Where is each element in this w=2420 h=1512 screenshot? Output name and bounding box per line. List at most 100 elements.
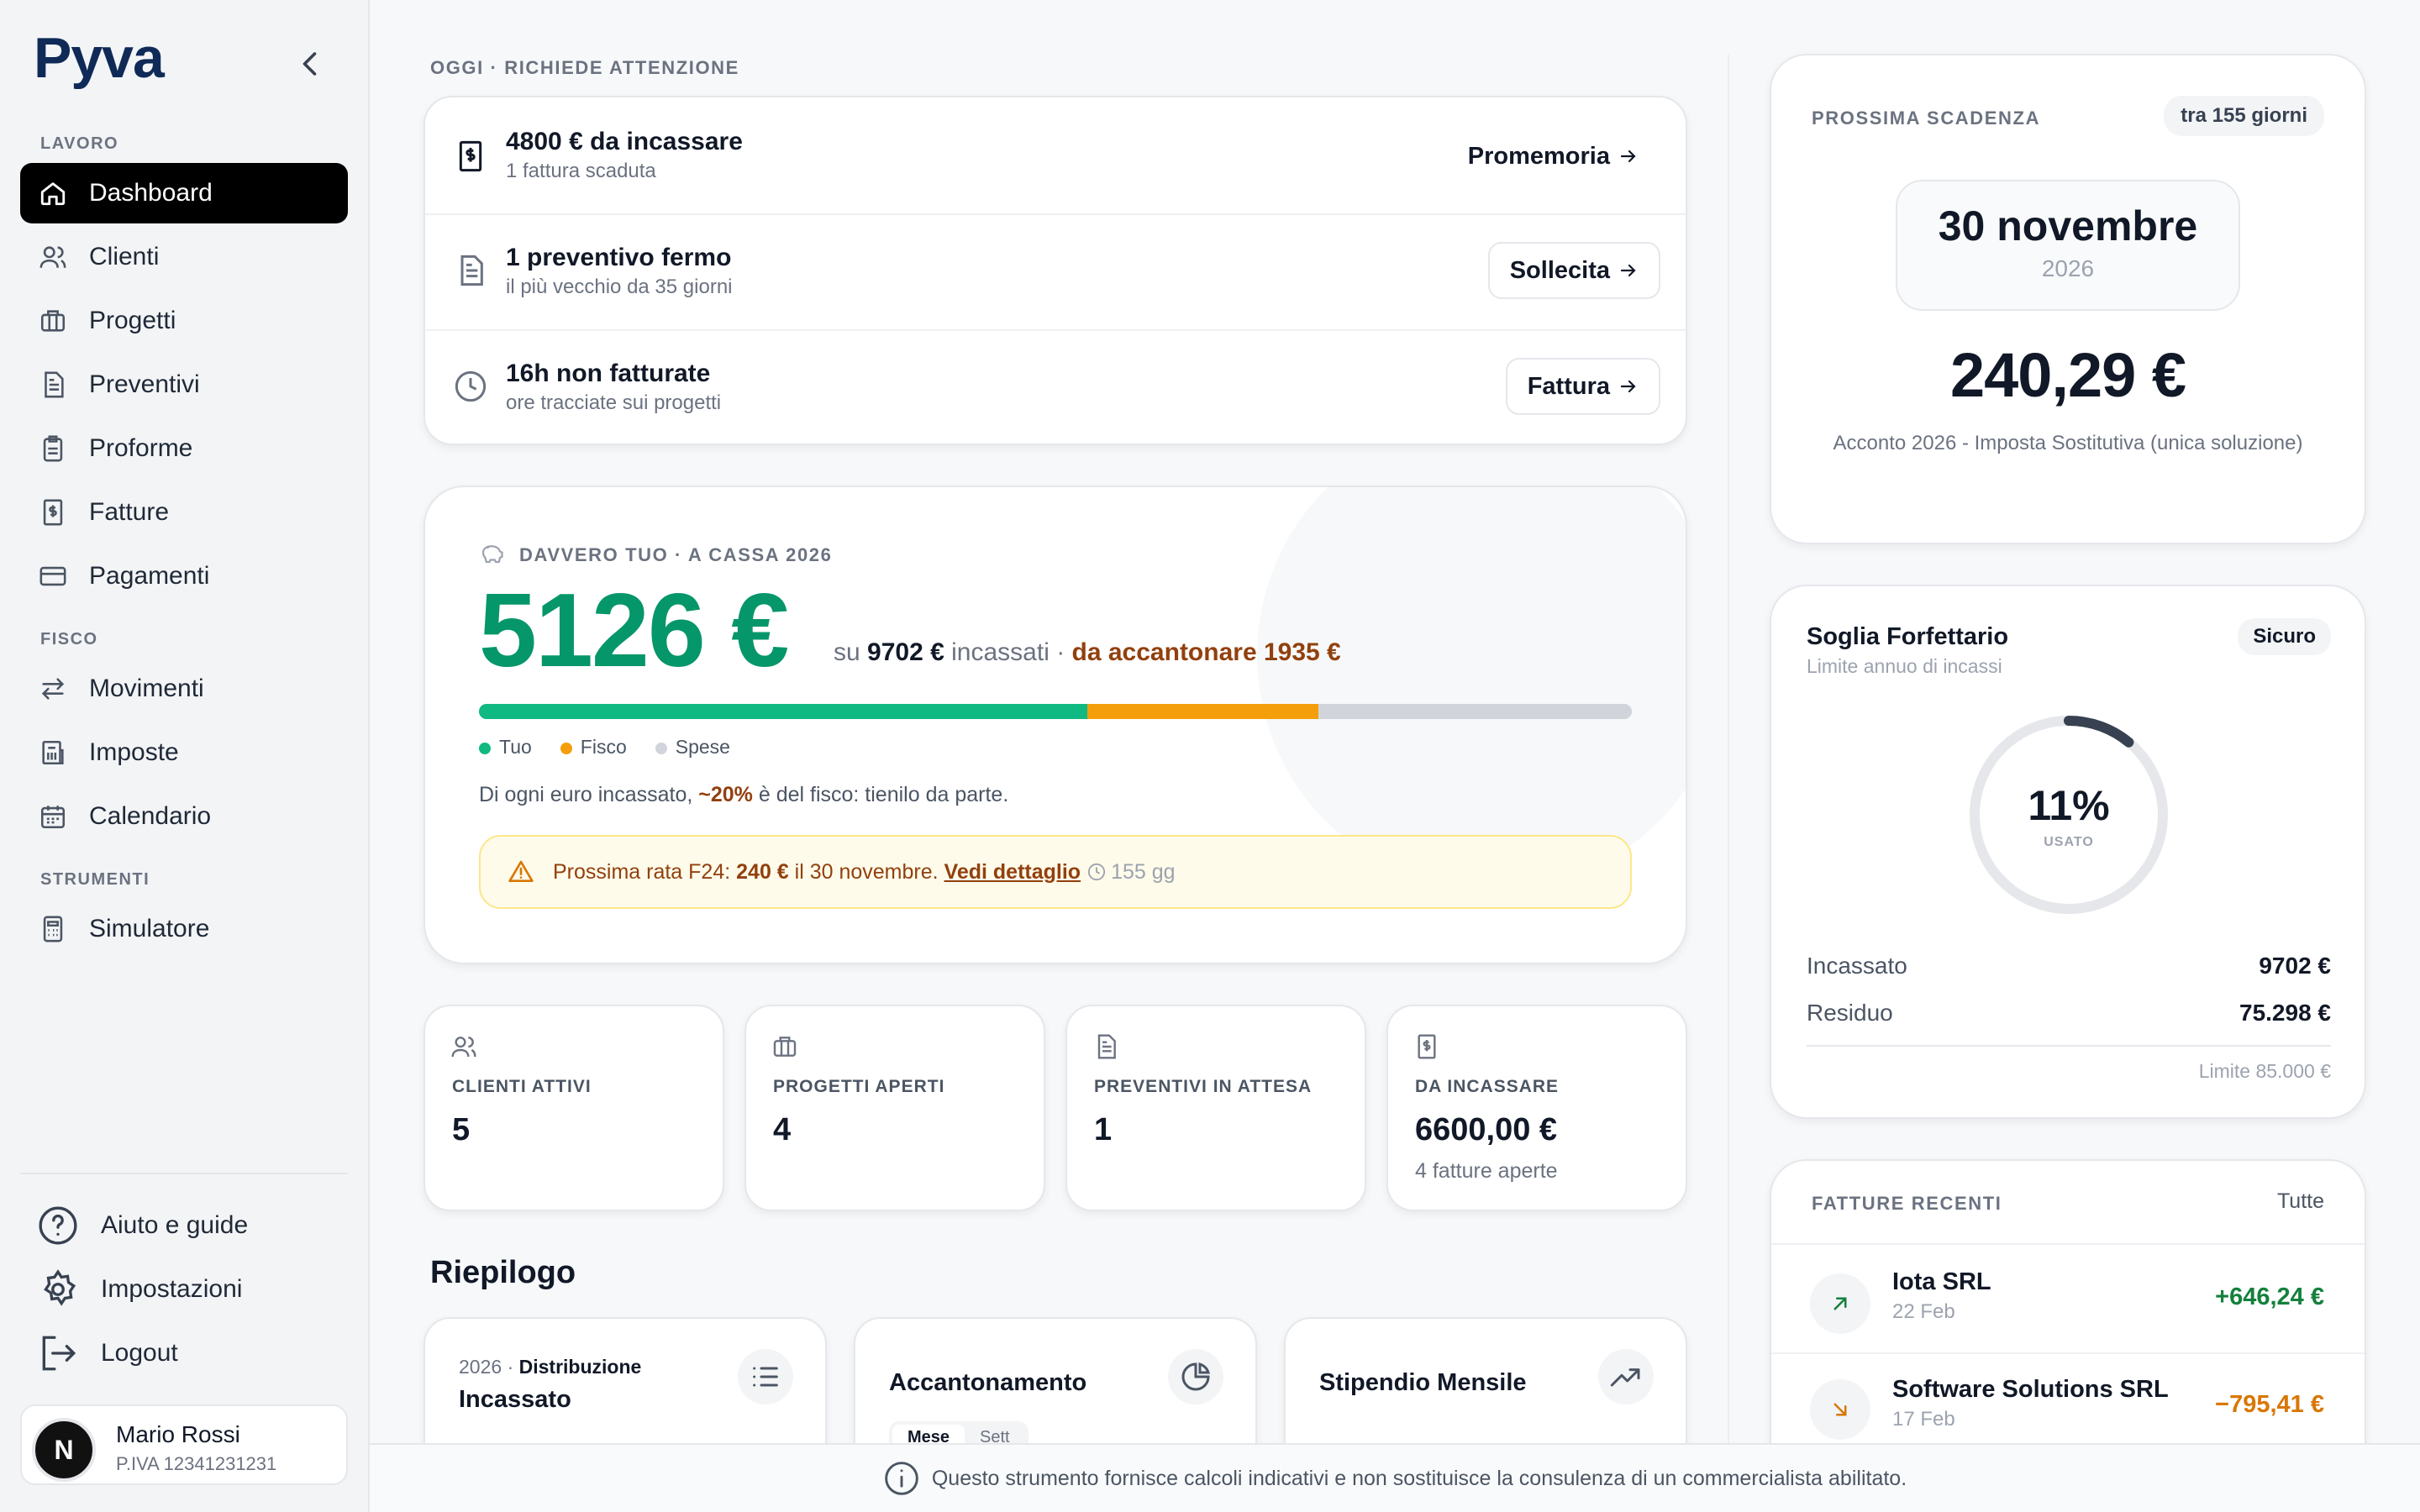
sidebar-item-progetti[interactable]: Progetti	[20, 291, 348, 351]
sidebar-item-label: Fatture	[89, 498, 170, 526]
info-icon	[883, 1460, 920, 1497]
stat-value: 6600,00 €	[1415, 1112, 1558, 1147]
cash-card: DAVVERO TUO · A CASSA 2026 5126 € su 970…	[424, 486, 1687, 964]
deadline-year: 2026	[2041, 255, 2095, 281]
invoice-icon	[1413, 1033, 1440, 1060]
stat-card-preventivi[interactable]: PREVENTIVI IN ATTESA 1	[1065, 1005, 1366, 1211]
arrows-icon	[39, 675, 67, 703]
legend-tuo: Tuo	[479, 736, 532, 759]
cash-progress-bar	[479, 704, 1632, 719]
disclaimer-text: Questo strumento fornisce calcoli indica…	[931, 1466, 1907, 1490]
briefcase-icon	[771, 1033, 798, 1060]
card-title: Stipendio Mensile	[1319, 1369, 1527, 1396]
stat-card-progetti[interactable]: PROGETTI APERTI 4	[744, 1005, 1045, 1211]
settings-link[interactable]: Impostazioni	[37, 1268, 242, 1310]
invoice-icon	[454, 139, 487, 173]
sidebar-item-preventivi[interactable]: Preventivi	[20, 354, 348, 415]
sidebar-item-fatture[interactable]: Fatture	[20, 482, 348, 543]
sidebar-item-label: Simulatore	[89, 915, 210, 942]
gear-icon	[37, 1268, 79, 1310]
invoice-row[interactable]: Iota SRL 22 Feb +646,24 €	[1771, 1245, 2365, 1351]
attention-row-subtitle: 1 fattura scaduta	[506, 160, 656, 182]
sidebar-item-simulatore[interactable]: Simulatore	[20, 899, 348, 959]
pie-icon[interactable]	[1168, 1349, 1223, 1404]
attention-row-subtitle: il più vecchio da 35 giorni	[506, 276, 733, 298]
deadline-date: 30 novembre	[1938, 202, 2198, 249]
fisco-note: Di ogni euro incassato, ~20% è del fisco…	[479, 783, 1009, 806]
deadline-date-box: 30 novembre 2026	[1896, 180, 2240, 311]
bar-segment-tuo	[479, 704, 1088, 719]
threshold-limit: Limite 85.000 €	[2198, 1060, 2331, 1082]
sollecita-button[interactable]: Sollecita	[1487, 242, 1660, 299]
attention-row-title: 4800 € da incassare	[506, 128, 743, 155]
sidebar-item-label: Proforme	[89, 434, 193, 462]
arrow-right-icon	[1618, 260, 1639, 281]
piggy-bank-icon	[479, 541, 504, 566]
su-label: su	[834, 638, 860, 666]
button-label: Sollecita	[1509, 256, 1610, 284]
list-icon[interactable]	[738, 1349, 793, 1404]
stat-label: PREVENTIVI IN ATTESA	[1094, 1077, 1313, 1096]
sidebar-item-proforme[interactable]: Proforme	[20, 418, 348, 479]
app-logo[interactable]: Pyva	[34, 25, 165, 91]
row-divider	[425, 213, 1686, 215]
cash-amount: 5126 €	[479, 573, 789, 689]
sidebar-item-imposte[interactable]: Imposte	[20, 722, 348, 783]
logout-link[interactable]: Logout	[37, 1332, 178, 1374]
card-title: Accantonamento	[889, 1369, 1087, 1396]
users-icon	[450, 1033, 477, 1060]
invoice-client: Software Solutions SRL	[1892, 1376, 2169, 1403]
days-left: 155 gg	[1111, 859, 1176, 884]
sidebar-item-label: Pagamenti	[89, 562, 210, 590]
legend-fisco: Fisco	[560, 736, 627, 759]
attention-card: 4800 € da incassare 1 fattura scaduta Pr…	[424, 96, 1687, 445]
sidebar-item-clienti[interactable]: Clienti	[20, 227, 348, 287]
legend-spese: Spese	[655, 736, 730, 759]
vedi-dettaglio-link[interactable]: Vedi dettaglio	[944, 860, 1081, 885]
cash-label: DAVVERO TUO · A CASSA 2026	[519, 544, 833, 565]
stat-label: DA INCASSARE	[1415, 1077, 1560, 1096]
trend-icon[interactable]	[1598, 1349, 1654, 1404]
sidebar-item-label: Progetti	[89, 307, 176, 334]
deadline-amount: 240,29 €	[1949, 340, 2186, 410]
arrow-up-right-icon	[1810, 1273, 1870, 1334]
threshold-subtitle: Limite annuo di incassi	[1807, 655, 2002, 677]
document-icon	[39, 370, 67, 399]
clock-icon	[1087, 863, 1106, 881]
riepilogo-title: Riepilogo	[430, 1255, 576, 1290]
collapse-sidebar-icon[interactable]	[296, 47, 326, 81]
disclaimer-bar: Questo strumento fornisce calcoli indica…	[370, 1443, 2420, 1512]
sidebar-item-calendario[interactable]: Calendario	[20, 786, 348, 847]
help-link[interactable]: Aiuto e guide	[37, 1205, 248, 1247]
stat-value: 1	[1094, 1112, 1113, 1147]
invoice-amount: −795,41 €	[2215, 1391, 2324, 1418]
card-title: Incassato	[459, 1386, 571, 1413]
settings-label: Impostazioni	[101, 1275, 243, 1303]
status-badge: Sicuro	[2238, 618, 2331, 655]
user-profile[interactable]: N Mario Rossi P.IVA 12341231231	[20, 1404, 348, 1485]
users-icon	[39, 243, 67, 271]
f24-alert: Prossima rata F24: 240 € il 30 novembre.…	[479, 835, 1632, 909]
section-lavoro: LAVORO	[40, 134, 119, 153]
invoice-amount: +646,24 €	[2215, 1284, 2324, 1310]
usage-label: USATO	[2044, 835, 2094, 849]
fattura-button[interactable]: Fattura	[1505, 358, 1660, 415]
invoice-icon	[39, 498, 67, 527]
help-icon	[37, 1205, 79, 1247]
all-invoices-link[interactable]: Tutte	[2277, 1189, 2324, 1214]
cash-summary: su 9702 € incassati · da accantonare 193…	[834, 638, 1341, 667]
sidebar-item-pagamenti[interactable]: Pagamenti	[20, 546, 348, 606]
sidebar-item-dashboard[interactable]: Dashboard	[20, 163, 348, 223]
user-name: Mario Rossi	[116, 1421, 240, 1447]
stat-card-clienti[interactable]: CLIENTI ATTIVI 5	[424, 1005, 724, 1211]
stat-card-da-incassare[interactable]: DA INCASSARE 6600,00 € 4 fatture aperte	[1386, 1005, 1687, 1211]
deadline-label: PROSSIMA SCADENZA	[1812, 108, 2041, 129]
sidebar-item-movimenti[interactable]: Movimenti	[20, 659, 348, 719]
briefcase-icon	[39, 307, 67, 335]
stat-label: CLIENTI ATTIVI	[452, 1077, 592, 1096]
promemoria-button[interactable]: Promemoria	[1445, 128, 1660, 185]
incassato-value: 9702 €	[2259, 953, 2331, 979]
sidebar-item-label: Imposte	[89, 738, 179, 766]
sidebar: Pyva LAVORO Dashboard Clienti Progetti P…	[0, 0, 370, 1512]
bar-segment-fisco	[1087, 704, 1318, 719]
